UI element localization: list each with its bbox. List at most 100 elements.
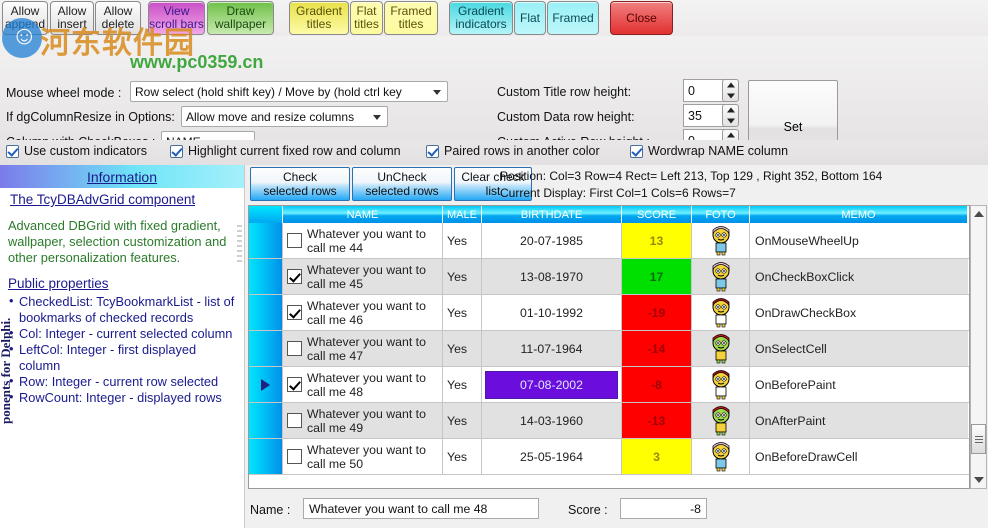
row-indicator-cell[interactable] bbox=[249, 439, 283, 474]
table-row[interactable]: Whatever you want to call me 44Yes20-07-… bbox=[249, 223, 969, 259]
cell-name[interactable]: Whatever you want to call me 50 bbox=[283, 439, 443, 474]
cell-foto[interactable] bbox=[692, 403, 750, 438]
cell-memo[interactable]: OnBeforePaint bbox=[750, 367, 968, 402]
table-row[interactable]: Whatever you want to call me 46Yes01-10-… bbox=[249, 295, 969, 331]
toolbar-button-allow-delete[interactable]: Allowdelete bbox=[95, 1, 141, 35]
checkbox-icon[interactable] bbox=[426, 145, 439, 158]
title-row-height-stepper[interactable] bbox=[722, 79, 739, 102]
grid-column-header-memo[interactable]: MEMO bbox=[750, 206, 968, 223]
option-checkbox-wordwrap-name-column[interactable]: Wordwrap NAME column bbox=[630, 144, 788, 158]
row-indicator-cell[interactable] bbox=[249, 367, 283, 402]
option-checkbox-paired-rows-in-another-color[interactable]: Paired rows in another color bbox=[426, 144, 600, 158]
grid-vertical-scrollbar[interactable] bbox=[970, 205, 987, 489]
cell-memo[interactable]: OnBeforeDrawCell bbox=[750, 439, 968, 474]
scroll-down-arrow-icon[interactable] bbox=[971, 472, 986, 488]
checkbox-icon[interactable] bbox=[630, 145, 643, 158]
cell-birthdate[interactable]: 01-10-1992 bbox=[482, 295, 622, 330]
data-grid[interactable]: NAMEMALEBIRTHDATESCOREFOTOMEMO Whatever … bbox=[248, 205, 970, 489]
toolbar-button-gradient-titles[interactable]: Gradienttitles bbox=[289, 1, 349, 35]
cell-male[interactable]: Yes bbox=[443, 403, 482, 438]
cell-birthdate[interactable]: 13-08-1970 bbox=[482, 259, 622, 294]
row-checkbox-icon[interactable] bbox=[287, 377, 302, 392]
toolbar-button-flat[interactable]: Flat bbox=[514, 1, 546, 35]
toolbar-button-view-scroll-bars[interactable]: Viewscroll bars bbox=[148, 1, 205, 35]
cell-birthdate[interactable]: 14-03-1960 bbox=[482, 403, 622, 438]
cell-foto[interactable] bbox=[692, 439, 750, 474]
mouse-wheel-mode-combo[interactable]: Row select (hold shift key) / Move by (h… bbox=[130, 81, 448, 102]
grid-column-header-male[interactable]: MALE bbox=[443, 206, 482, 223]
info-panel-scroll-dots[interactable] bbox=[237, 225, 242, 525]
cell-male[interactable]: Yes bbox=[443, 367, 482, 402]
cell-foto[interactable] bbox=[692, 223, 750, 258]
data-row-height-stepper[interactable] bbox=[722, 104, 739, 127]
row-checkbox-icon[interactable] bbox=[287, 341, 302, 356]
option-checkbox-highlight-current-fixed-row-and-column[interactable]: Highlight current fixed row and column bbox=[170, 144, 401, 158]
score-field[interactable]: -8 bbox=[620, 498, 707, 519]
table-row[interactable]: Whatever you want to call me 47Yes11-07-… bbox=[249, 331, 969, 367]
cell-name[interactable]: Whatever you want to call me 49 bbox=[283, 403, 443, 438]
toolbar-button-gradient-indicators[interactable]: Gradientindicators bbox=[449, 1, 513, 35]
cell-foto[interactable] bbox=[692, 331, 750, 366]
row-checkbox-icon[interactable] bbox=[287, 449, 302, 464]
cell-birthdate[interactable]: 11-07-1964 bbox=[482, 331, 622, 366]
cell-memo[interactable]: OnSelectCell bbox=[750, 331, 968, 366]
cell-score[interactable]: 13 bbox=[622, 223, 692, 258]
checkbox-icon[interactable] bbox=[6, 145, 19, 158]
cell-foto[interactable] bbox=[692, 367, 750, 402]
grid-column-header-name[interactable]: NAME bbox=[283, 206, 443, 223]
cell-score[interactable]: -19 bbox=[622, 295, 692, 330]
grid-body[interactable]: Whatever you want to call me 44Yes20-07-… bbox=[249, 223, 969, 475]
row-indicator-cell[interactable] bbox=[249, 259, 283, 294]
option-checkbox-use-custom-indicators[interactable]: Use custom indicators bbox=[6, 144, 147, 158]
grid-column-header-indicator[interactable] bbox=[249, 206, 283, 223]
cell-male[interactable]: Yes bbox=[443, 295, 482, 330]
scrollbar-thumb[interactable] bbox=[971, 424, 986, 454]
cell-birthdate[interactable]: 20-07-1985 bbox=[482, 223, 622, 258]
row-indicator-cell[interactable] bbox=[249, 295, 283, 330]
cell-score[interactable]: -8 bbox=[622, 367, 692, 402]
toolbar-button-framed[interactable]: Framed bbox=[547, 1, 599, 35]
cell-male[interactable]: Yes bbox=[443, 223, 482, 258]
checkbox-icon[interactable] bbox=[170, 145, 183, 158]
toolbar-button-flat-titles[interactable]: Flattitles bbox=[350, 1, 383, 35]
uncheck-selected-rows-button[interactable]: UnCheck selected rows bbox=[352, 167, 452, 201]
grid-column-header-birthdate[interactable]: BIRTHDATE bbox=[482, 206, 622, 223]
table-row[interactable]: Whatever you want to call me 49Yes14-03-… bbox=[249, 403, 969, 439]
cell-birthdate[interactable]: 07-08-2002 bbox=[482, 367, 622, 402]
cell-score[interactable]: -14 bbox=[622, 331, 692, 366]
toolbar-button-draw-wallpaper[interactable]: Drawwallpaper bbox=[207, 1, 274, 35]
toolbar-button-allow-insert[interactable]: Allowinsert bbox=[50, 1, 94, 35]
cell-name[interactable]: Whatever you want to call me 48 bbox=[283, 367, 443, 402]
row-checkbox-icon[interactable] bbox=[287, 233, 302, 248]
row-indicator-cell[interactable] bbox=[249, 403, 283, 438]
table-row[interactable]: Whatever you want to call me 50Yes25-05-… bbox=[249, 439, 969, 475]
cell-memo[interactable]: OnDrawCheckBox bbox=[750, 295, 968, 330]
row-checkbox-icon[interactable] bbox=[287, 269, 302, 284]
toolbar-button-close[interactable]: Close bbox=[610, 1, 673, 35]
column-resize-combo[interactable]: Allow move and resize columns bbox=[181, 106, 388, 127]
cell-foto[interactable] bbox=[692, 295, 750, 330]
row-checkbox-icon[interactable] bbox=[287, 305, 302, 320]
cell-score[interactable]: 17 bbox=[622, 259, 692, 294]
row-indicator-cell[interactable] bbox=[249, 331, 283, 366]
table-row[interactable]: Whatever you want to call me 45Yes13-08-… bbox=[249, 259, 969, 295]
cell-male[interactable]: Yes bbox=[443, 331, 482, 366]
cell-male[interactable]: Yes bbox=[443, 439, 482, 474]
name-field[interactable]: Whatever you want to call me 48 bbox=[303, 498, 539, 519]
row-indicator-cell[interactable] bbox=[249, 223, 283, 258]
cell-memo[interactable]: OnCheckBoxClick bbox=[750, 259, 968, 294]
table-row[interactable]: Whatever you want to call me 48Yes07-08-… bbox=[249, 367, 969, 403]
grid-column-header-score[interactable]: SCORE bbox=[622, 206, 692, 223]
grid-column-header-foto[interactable]: FOTO bbox=[692, 206, 750, 223]
cell-foto[interactable] bbox=[692, 259, 750, 294]
cell-male[interactable]: Yes bbox=[443, 259, 482, 294]
check-selected-rows-button[interactable]: Check selected rows bbox=[250, 167, 350, 201]
cell-score[interactable]: 3 bbox=[622, 439, 692, 474]
cell-birthdate[interactable]: 25-05-1964 bbox=[482, 439, 622, 474]
cell-memo[interactable]: OnAfterPaint bbox=[750, 403, 968, 438]
cell-name[interactable]: Whatever you want to call me 46 bbox=[283, 295, 443, 330]
row-checkbox-icon[interactable] bbox=[287, 413, 302, 428]
cell-name[interactable]: Whatever you want to call me 47 bbox=[283, 331, 443, 366]
toolbar-button-framed-titles[interactable]: Framedtitles bbox=[384, 1, 438, 35]
cell-score[interactable]: -13 bbox=[622, 403, 692, 438]
